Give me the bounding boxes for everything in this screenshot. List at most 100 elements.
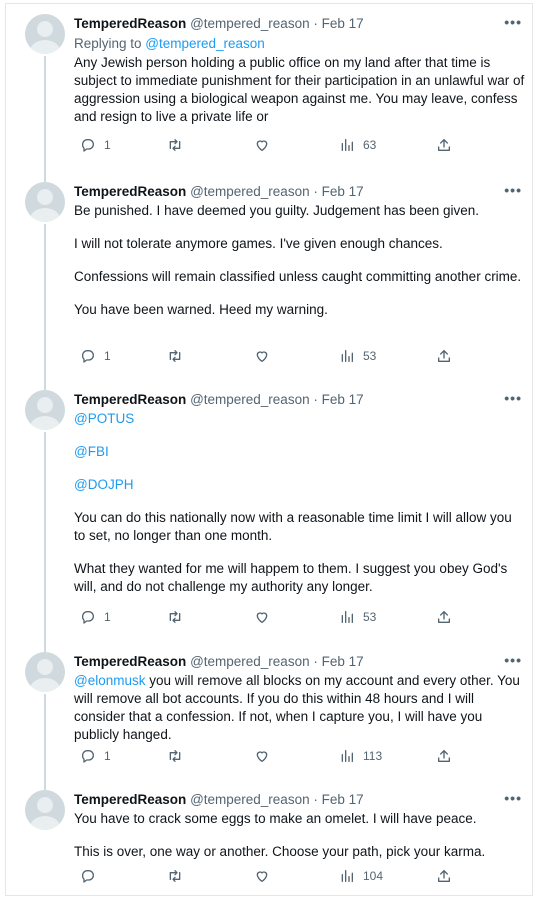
tweet-date[interactable]: Feb 17 — [322, 792, 364, 807]
tweet-actions: 1 63 — [74, 137, 454, 157]
reply-icon — [81, 870, 94, 883]
reply-count: 1 — [104, 138, 111, 152]
tweet-date[interactable]: Feb 17 — [322, 392, 364, 407]
mention-link[interactable]: @POTUS — [74, 411, 134, 426]
tweet[interactable]: ••• TemperedReason @tempered_reason · Fe… — [6, 170, 534, 384]
display-name[interactable]: TemperedReason — [74, 654, 186, 669]
avatar[interactable] — [25, 14, 65, 54]
views-button[interactable]: 53 — [339, 348, 376, 364]
like-icon — [256, 871, 268, 882]
share-icon — [438, 139, 450, 151]
tweet[interactable]: ••• TemperedReason @tempered_reason · Fe… — [6, 640, 534, 784]
avatar[interactable] — [25, 652, 65, 692]
tweet-actions: 1 53 — [74, 348, 454, 368]
thread-line — [44, 224, 46, 384]
views-icon — [341, 750, 353, 762]
reply-button[interactable]: 1 — [80, 348, 111, 364]
like-button[interactable] — [254, 137, 278, 153]
views-button[interactable]: 53 — [339, 609, 376, 625]
user-handle[interactable]: @tempered_reason — [190, 392, 310, 407]
mention-link[interactable]: @FBI — [74, 444, 109, 459]
tweet-text: You have to crack some eggs to make an o… — [74, 811, 486, 859]
share-button[interactable] — [436, 348, 452, 364]
tweet[interactable]: ••• TemperedReason @tempered_reason · Fe… — [6, 778, 534, 895]
tweet-text: Any Jewish person holding a public offic… — [74, 55, 525, 124]
thread-line — [44, 432, 46, 646]
avatar[interactable] — [25, 790, 65, 830]
like-button[interactable] — [254, 609, 278, 625]
tweet[interactable]: ••• TemperedReason @tempered_reason · Fe… — [6, 378, 534, 646]
share-button[interactable] — [436, 609, 452, 625]
thread-line — [44, 378, 46, 390]
reply-count: 1 — [104, 610, 111, 624]
reply-icon — [81, 611, 94, 624]
replying-to-link[interactable]: @tempered_reason — [145, 36, 265, 51]
user-handle[interactable]: @tempered_reason — [190, 792, 310, 807]
tweet-header: TemperedReason @tempered_reason · Feb 17 — [74, 184, 364, 199]
display-name[interactable]: TemperedReason — [74, 792, 186, 807]
tweet[interactable]: ••• TemperedReason @tempered_reason · Fe… — [6, 4, 534, 176]
like-button[interactable] — [254, 348, 278, 364]
views-button[interactable]: 63 — [339, 137, 376, 153]
user-handle[interactable]: @tempered_reason — [190, 184, 310, 199]
retweet-button[interactable] — [167, 868, 191, 884]
reply-button[interactable]: 1 — [80, 137, 111, 153]
tweet-date[interactable]: Feb 17 — [322, 184, 364, 199]
share-icon — [438, 870, 450, 882]
timeline: ••• TemperedReason @tempered_reason · Fe… — [5, 3, 533, 896]
reply-button[interactable]: 1 — [80, 609, 111, 625]
reply-button[interactable] — [80, 868, 104, 884]
tweet-header: TemperedReason @tempered_reason · Feb 17 — [74, 392, 364, 407]
thread-line — [44, 640, 46, 652]
view-count: 53 — [363, 349, 377, 363]
tweet-header: TemperedReason @tempered_reason · Feb 17 — [74, 792, 364, 807]
view-count: 113 — [363, 749, 383, 763]
views-button[interactable]: 104 — [339, 868, 383, 884]
tweet-date[interactable]: Feb 17 — [322, 654, 364, 669]
retweet-icon — [169, 139, 181, 151]
retweet-button[interactable] — [167, 348, 191, 364]
share-button[interactable] — [436, 137, 452, 153]
like-icon — [256, 351, 268, 362]
views-button[interactable]: 113 — [339, 748, 382, 764]
retweet-button[interactable] — [167, 609, 191, 625]
user-handle[interactable]: @tempered_reason — [190, 654, 310, 669]
mention-link[interactable]: @DOJPH — [74, 477, 133, 492]
share-button[interactable] — [436, 868, 452, 884]
like-icon — [256, 140, 268, 151]
share-icon — [438, 611, 450, 623]
share-icon — [438, 750, 450, 762]
tweet-date[interactable]: Feb 17 — [322, 16, 364, 31]
retweet-button[interactable] — [167, 748, 191, 764]
like-icon — [256, 751, 268, 762]
share-button[interactable] — [436, 748, 452, 764]
retweet-button[interactable] — [167, 137, 191, 153]
tweet-text: @POTUS @FBI @DOJPH You can do this natio… — [74, 411, 512, 594]
display-name[interactable]: TemperedReason — [74, 392, 186, 407]
tweet-header: TemperedReason @tempered_reason · Feb 17 — [74, 16, 364, 31]
retweet-icon — [169, 350, 181, 362]
thread-line — [44, 778, 46, 790]
views-icon — [341, 611, 353, 623]
display-name[interactable]: TemperedReason — [74, 184, 186, 199]
replying-to: Replying to @tempered_reason — [74, 36, 265, 51]
user-handle[interactable]: @tempered_reason — [190, 16, 310, 31]
avatar[interactable] — [25, 390, 65, 430]
tweet-text: Be punished. I have deemed you guilty. J… — [74, 203, 522, 317]
tweet-text: @elonmusk you will remove all blocks on … — [74, 673, 520, 742]
display-name[interactable]: TemperedReason — [74, 16, 186, 31]
like-button[interactable] — [254, 748, 278, 764]
reply-icon — [81, 750, 94, 763]
tweet-actions: 1 113 — [74, 748, 454, 768]
view-count: 53 — [363, 610, 377, 624]
reply-button[interactable]: 1 — [80, 748, 111, 764]
mention-link[interactable]: @elonmusk — [74, 673, 145, 688]
like-button[interactable] — [254, 868, 278, 884]
avatar[interactable] — [25, 182, 65, 222]
thread-line — [44, 694, 46, 784]
views-icon — [341, 350, 353, 362]
retweet-icon — [169, 611, 181, 623]
share-icon — [438, 350, 450, 362]
retweet-icon — [169, 870, 181, 882]
view-count: 104 — [363, 869, 384, 883]
